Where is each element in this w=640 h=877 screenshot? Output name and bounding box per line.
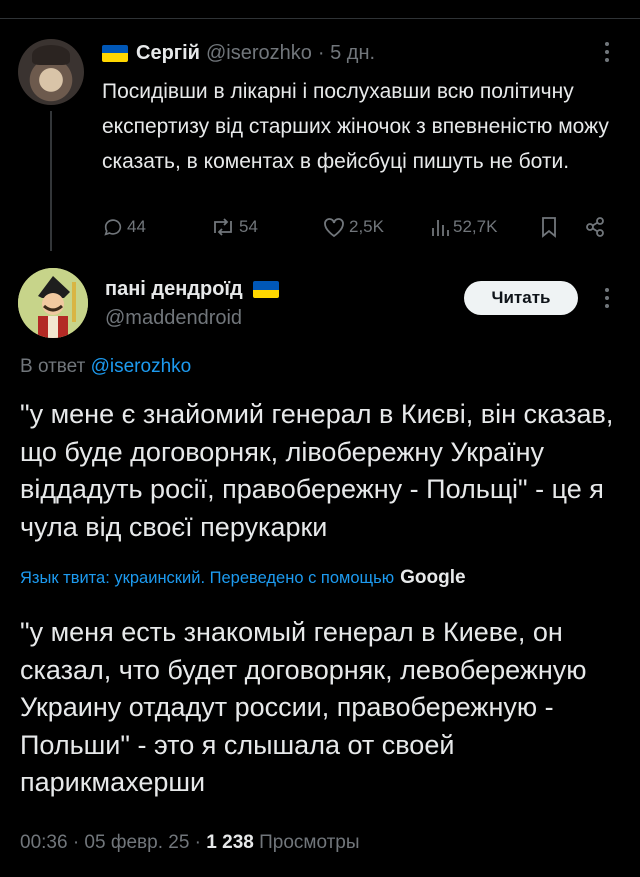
reply-icon: [104, 219, 122, 236]
google-logo: Google: [400, 567, 466, 588]
more-options-icon[interactable]: [604, 42, 610, 66]
tweet-text: Посидівши в лікарні і послухавши всю пол…: [102, 80, 609, 173]
views-count: 52,7K: [453, 217, 498, 236]
bookmark-button[interactable]: [540, 212, 558, 242]
tweet-text: "у мене є знайомий генерал в Києві, він …: [20, 399, 614, 542]
parent-tweet-header: Сергій @iserozhko · 5 дн.: [102, 38, 375, 68]
share-icon: [586, 217, 604, 237]
tweet-metadata: 00:36 · 05 февр. 25 · 1 238 Просмотры: [20, 832, 360, 854]
ukraine-flag-icon: [252, 281, 279, 298]
reply-prefix: В ответ: [20, 356, 91, 377]
like-button[interactable]: 2,5K: [322, 212, 384, 242]
avatar[interactable]: [18, 39, 84, 105]
reply-button[interactable]: 44: [102, 212, 146, 242]
author-name[interactable]: Сергій: [136, 42, 200, 65]
retweet-button[interactable]: 54: [210, 212, 258, 242]
author-handle[interactable]: @maddendroid: [105, 307, 242, 330]
follow-button[interactable]: Читать: [464, 281, 578, 315]
heart-icon: [324, 218, 344, 238]
thread-line: [50, 111, 52, 251]
parent-tweet[interactable]: Сергій @iserozhko · 5 дн. Посидівши в лі…: [0, 19, 640, 251]
avatar-illustration: [18, 268, 88, 338]
reply-count: 44: [127, 217, 146, 236]
views-count: 1 238: [206, 832, 254, 853]
author-name[interactable]: пані дендроїд: [105, 278, 243, 301]
translated-text: "у меня есть знакомый генерал в Киеве, о…: [20, 617, 587, 797]
views-button[interactable]: 52,7K: [430, 212, 497, 242]
translation-notice[interactable]: Язык твита: украинский. Переведено с пом…: [20, 567, 466, 589]
more-options-icon[interactable]: [604, 288, 610, 312]
reply-context: В ответ @iserozhko: [20, 356, 191, 378]
retweet-count: 54: [239, 217, 258, 236]
tweet-timestamp[interactable]: 00:36 · 05 февр. 25 ·: [20, 832, 206, 853]
reply-handle-link[interactable]: @iserozhko: [91, 356, 192, 377]
analytics-icon: [432, 220, 449, 236]
views-label: Просмотры: [253, 832, 360, 853]
share-button[interactable]: [584, 212, 606, 242]
author-handle[interactable]: @iserozhko: [206, 42, 312, 65]
ukraine-flag-icon: [102, 44, 128, 62]
translation-label: Язык твита: украинский. Переведено с пом…: [20, 568, 395, 587]
author-name-row[interactable]: пані дендроїд: [105, 278, 279, 301]
tweet-actions: 44 54 2,5K 52,7K: [100, 212, 620, 242]
tweet-time[interactable]: · 5 дн.: [318, 42, 375, 65]
retweet-icon: [214, 218, 232, 236]
like-count: 2,5K: [349, 217, 384, 236]
bookmark-icon: [542, 217, 556, 238]
avatar[interactable]: [18, 268, 88, 338]
